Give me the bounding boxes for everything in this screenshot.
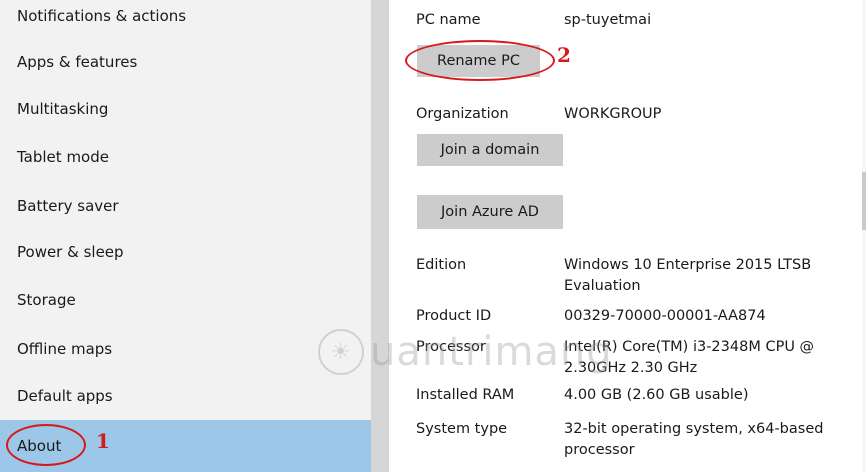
system-type-label: System type	[416, 421, 508, 437]
sidebar-item-label: Multitasking	[17, 100, 109, 118]
edition-value: Windows 10 Enterprise 2015 LTSB Evaluati…	[564, 257, 812, 294]
sidebar-item-label: Offline maps	[17, 340, 113, 358]
product-id-label: Product ID	[416, 308, 492, 324]
sidebar-item-label: Storage	[17, 291, 76, 309]
sidebar-item-apps-features[interactable]: Apps & features	[0, 39, 371, 85]
sidebar-item-offline-maps[interactable]: Offline maps	[0, 326, 371, 372]
join-azure-ad-button[interactable]: Join Azure AD	[417, 195, 563, 229]
sidebar-item-power-sleep[interactable]: Power & sleep	[0, 229, 371, 275]
about-panel: PC name sp-tuyetmai Rename PC 2 Organiza…	[389, 0, 868, 472]
sidebar-item-battery-saver[interactable]: Battery saver	[0, 183, 371, 229]
organization-value: WORKGROUP	[564, 106, 662, 122]
sidebar-item-tablet-mode[interactable]: Tablet mode	[0, 134, 371, 180]
annotation-circle-rename	[405, 40, 555, 81]
sidebar-divider	[371, 0, 389, 472]
pc-name-label: PC name	[416, 12, 481, 28]
sidebar-item-label: Tablet mode	[17, 148, 109, 166]
sidebar-item-default-apps[interactable]: Default apps	[0, 373, 371, 419]
sidebar-item-notifications-actions[interactable]: Notifications & actions	[0, 0, 371, 39]
product-id-value: 00329-70000-00001-AA874	[564, 308, 766, 324]
installed-ram-label: Installed RAM	[416, 387, 515, 403]
watermark: ☀ uantrimang	[318, 327, 613, 377]
organization-label: Organization	[416, 106, 509, 122]
sidebar-item-label: Apps & features	[17, 53, 138, 71]
sidebar-item-storage[interactable]: Storage	[0, 277, 371, 323]
sidebar-item-label: Power & sleep	[17, 243, 124, 261]
watermark-text: uantrimang	[370, 329, 613, 375]
sidebar-item-label: Default apps	[17, 387, 113, 405]
sidebar-item-multitasking[interactable]: Multitasking	[0, 86, 371, 132]
join-domain-button[interactable]: Join a domain	[417, 134, 563, 166]
settings-sidebar: Notifications & actions Apps & features …	[0, 0, 371, 472]
sidebar-item-label: Notifications & actions	[17, 7, 187, 25]
lightbulb-icon: ☀	[318, 329, 364, 375]
annotation-number-2: 2	[557, 43, 571, 67]
annotation-circle-about	[6, 424, 86, 466]
installed-ram-value: 4.00 GB (2.60 GB usable)	[564, 387, 749, 403]
scrollbar-track[interactable]	[862, 0, 866, 472]
sidebar-item-label: Battery saver	[17, 197, 119, 215]
system-type-value: 32-bit operating system, x64-based proce…	[564, 421, 824, 458]
scrollbar-thumb[interactable]	[862, 172, 866, 230]
edition-label: Edition	[416, 257, 467, 273]
annotation-number-1: 1	[96, 429, 110, 453]
pc-name-value: sp-tuyetmai	[564, 12, 652, 28]
